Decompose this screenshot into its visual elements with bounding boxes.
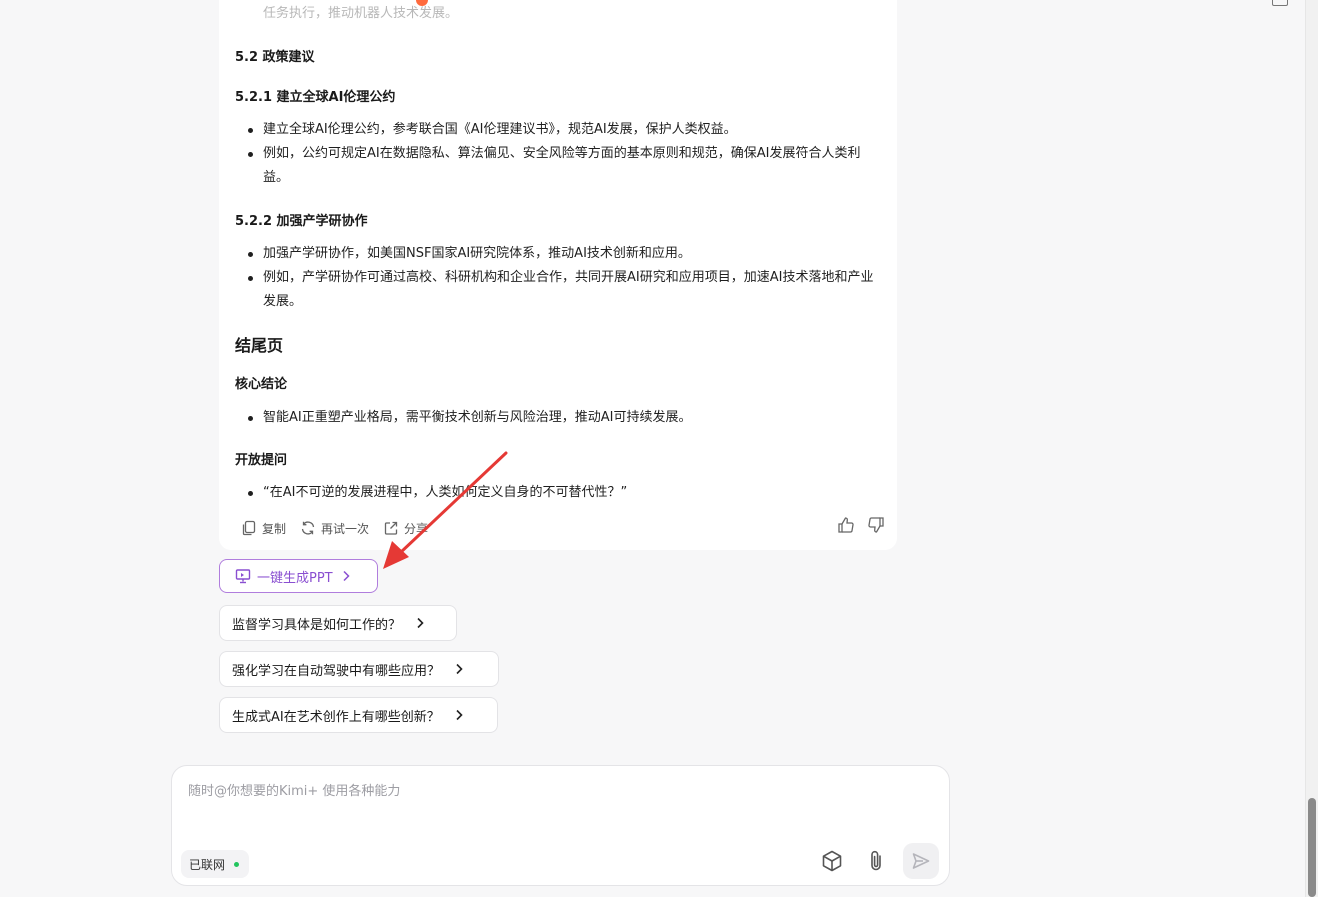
network-toggle[interactable]: 已联网 [181,850,250,878]
suggestion-chip[interactable]: 生成式AI在艺术创作上有哪些创新？ [219,697,498,733]
chat-page: 任务执行，推动机器人技术发展。 5.2 政策建议 5.2.1 建立全球AI伦理公… [0,0,1318,897]
heading-ending: 结尾页 [235,336,284,355]
cube-icon [822,850,842,872]
copy-button[interactable]: 复制 [241,520,286,537]
chevron-right-icon [456,709,463,721]
attach-button[interactable] [861,846,891,876]
scrollbar-track[interactable] [1305,0,1318,897]
copy-icon [242,520,256,536]
scrollbar-thumb[interactable] [1308,798,1316,897]
paperclip-icon [871,850,881,871]
generate-ppt-button[interactable]: 一键生成PPT [219,559,378,593]
suggestion-label: 监督学习具体是如何工作的？ [232,617,402,633]
share-label: 分享 [404,521,429,536]
list-item: 建立全球AI伦理公约，参考联合国《AI伦理建议书》，规范AI发展，保护人类权益。 [248,118,878,142]
retry-button[interactable]: 再试一次 [300,520,369,537]
refresh-icon [301,521,315,535]
list-item: “在AI不可逆的发展进程中，人类如何定义自身的不可替代性？” [248,481,878,505]
heading-core-conclusion: 核心结论 [235,377,288,392]
share-button[interactable]: 分享 [383,520,428,537]
list-item: 智能AI正重塑产业格局，需平衡技术创新与风险治理，推动AI可持续发展。 [248,406,878,430]
heading-5-2-1: 5.2.1 建立全球AI伦理公约 [235,90,396,105]
copy-label: 复制 [262,521,287,536]
network-label: 已联网 [189,857,226,872]
suggestion-label: 生成式AI在艺术创作上有哪些创新？ [232,709,440,725]
generate-ppt-label: 一键生成PPT [257,570,333,586]
chevron-right-icon [417,617,424,629]
chevron-right-icon [456,663,463,675]
window-icon[interactable] [1272,0,1288,6]
heading-open-question: 开放提问 [235,453,288,468]
heading-5-2-2: 5.2.2 加强产学研协作 [235,214,368,229]
chat-input[interactable] [188,780,928,820]
share-icon [384,521,398,535]
presentation-icon [235,569,251,584]
chat-composer: 已联网 [171,765,950,886]
online-status-dot [234,861,240,867]
heading-5-2: 5.2 政策建议 [235,50,315,65]
thumbs-up-icon[interactable] [837,516,855,538]
send-icon [912,853,930,869]
list-item: 例如，公约可规定AI在数据隐私、算法偏见、安全风险等方面的基本原则和规范，确保A… [248,142,878,190]
cube-tool-button[interactable] [817,846,847,876]
list-item: 例如，产学研协作可通过高校、科研机构和企业合作，共同开展AI研究和应用项目，加速… [248,266,878,314]
answer-actions: 复制 再试一次 分享 [241,518,442,538]
suggestion-chip[interactable]: 强化学习在自动驾驶中有哪些应用？ [219,651,499,687]
retry-label: 再试一次 [321,521,370,536]
feedback-group [825,516,885,538]
suggestion-chip[interactable]: 监督学习具体是如何工作的？ [219,605,457,641]
send-button[interactable] [903,843,939,879]
chevron-right-icon [343,570,350,582]
list-item: 加强产学研协作，如美国NSF国家AI研究院体系，推动AI技术创新和应用。 [248,242,878,266]
suggestion-label: 强化学习在自动驾驶中有哪些应用？ [232,663,441,679]
cut-text-line: 任务执行，推动机器人技术发展。 [263,6,459,21]
thumbs-down-icon[interactable] [867,516,885,538]
answer-card: 任务执行，推动机器人技术发展。 5.2 政策建议 5.2.1 建立全球AI伦理公… [219,0,897,550]
